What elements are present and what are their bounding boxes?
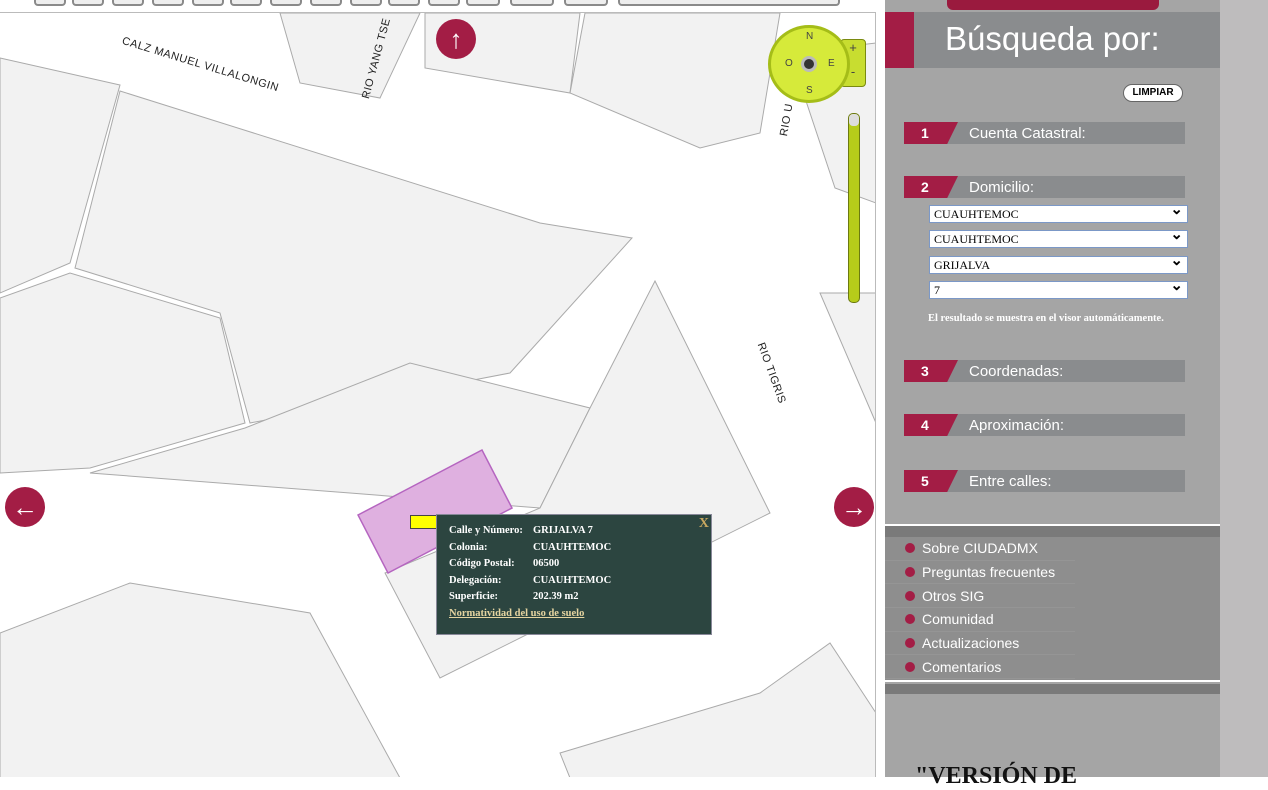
compass-north[interactable]: N xyxy=(806,31,813,42)
bullet-icon xyxy=(905,567,915,578)
link-actualizaciones[interactable]: Actualizaciones xyxy=(885,632,1075,656)
tool-button[interactable] xyxy=(34,0,66,6)
page-background xyxy=(1220,0,1268,777)
popup-row: Calle y Número: GRIJALVA 7 xyxy=(449,525,593,536)
compass-control[interactable]: + - N S E O xyxy=(768,25,866,103)
bullet-icon xyxy=(905,661,915,672)
map-toolbar xyxy=(0,0,880,10)
pan-right-button[interactable]: → xyxy=(834,487,874,527)
bullet-icon xyxy=(905,614,915,625)
tool-button[interactable] xyxy=(112,0,144,6)
land-use-link[interactable]: Normatividad del uso de suelo xyxy=(449,608,584,619)
section-coordenadas[interactable]: 3 Coordenadas: xyxy=(904,360,1185,382)
clear-button[interactable]: LIMPIAR xyxy=(1123,84,1183,102)
section-cuenta-catastral[interactable]: 1 Cuenta Catastral: xyxy=(904,122,1185,144)
tool-button[interactable] xyxy=(270,0,302,6)
map-blocks xyxy=(0,13,875,777)
compass-rose: N S E O xyxy=(768,25,850,103)
pan-left-button[interactable]: ← xyxy=(5,487,45,527)
search-panel: Búsqueda por: LIMPIAR 1 Cuenta Catastral:… xyxy=(885,0,1220,789)
bullet-icon xyxy=(905,590,915,601)
link-otros-sig[interactable]: Otros SIG xyxy=(885,584,1075,609)
compass-south[interactable]: S xyxy=(806,85,813,96)
parcel-marker-icon[interactable] xyxy=(410,515,438,529)
calle-select[interactable]: GRIJALVA xyxy=(929,253,1188,274)
compass-east[interactable]: E xyxy=(828,58,835,69)
link-sobre-ciudadmx[interactable]: Sobre CIUDADMX xyxy=(885,537,1075,561)
delegacion-select[interactable]: CUAUHTEMOC xyxy=(929,202,1188,223)
tool-button[interactable] xyxy=(466,0,500,6)
tool-button[interactable] xyxy=(72,0,104,6)
numero-select[interactable]: 7 xyxy=(929,278,1188,299)
tool-button[interactable] xyxy=(310,0,342,6)
divider xyxy=(885,684,1220,694)
panel-title: Búsqueda por: xyxy=(885,12,1220,68)
bullet-icon xyxy=(905,543,915,554)
section-entre-calles[interactable]: 5 Entre calles: xyxy=(904,470,1185,492)
popup-row: Delegación: CUAUHTEMOC xyxy=(449,574,612,586)
info-links: Sobre CIUDADMX Preguntas frecuentes Otro… xyxy=(885,524,1220,682)
header-button[interactable] xyxy=(947,0,1159,10)
pan-up-button[interactable]: ↑ xyxy=(436,19,476,59)
tool-button[interactable] xyxy=(388,0,420,6)
tool-button[interactable] xyxy=(428,0,460,6)
map-viewer[interactable]: CALZ MANUEL VILLALONGIN RIO YANG TSE RIO… xyxy=(0,12,876,777)
colonia-select[interactable]: CUAUHTEMOC xyxy=(929,227,1188,248)
tool-button[interactable] xyxy=(192,0,224,6)
bullet-icon xyxy=(905,638,915,649)
zoom-slider[interactable] xyxy=(848,113,860,303)
result-hint: El resultado se muestra en el visor auto… xyxy=(928,313,1164,324)
compass-west[interactable]: O xyxy=(785,58,793,69)
popup-row: Colonia: CUAUHTEMOC xyxy=(449,541,612,553)
tool-button[interactable] xyxy=(350,0,382,6)
tool-button[interactable] xyxy=(152,0,184,6)
link-preguntas-frecuentes[interactable]: Preguntas frecuentes xyxy=(885,561,1075,585)
link-comentarios[interactable]: Comentarios xyxy=(885,655,1075,680)
section-domicilio[interactable]: 2 Domicilio: xyxy=(904,176,1185,198)
popup-row: Superficie: 202.39 m2 xyxy=(449,591,579,602)
link-comunidad[interactable]: Comunidad xyxy=(885,608,1075,632)
zoom-slider-handle[interactable] xyxy=(849,114,859,126)
tool-button[interactable] xyxy=(564,0,608,6)
close-popup-button[interactable]: X xyxy=(699,516,709,532)
section-aproximacion[interactable]: 4 Aproximación: xyxy=(904,414,1185,436)
tool-button[interactable] xyxy=(510,0,554,6)
toolbar-search-field[interactable] xyxy=(618,0,840,6)
compass-center-icon[interactable] xyxy=(801,56,817,72)
parcel-info-popup: X Calle y Número: GRIJALVA 7 Colonia: CUAU… xyxy=(436,514,712,635)
tool-button[interactable] xyxy=(230,0,262,6)
popup-row: Código Postal: 06500 xyxy=(449,558,560,569)
